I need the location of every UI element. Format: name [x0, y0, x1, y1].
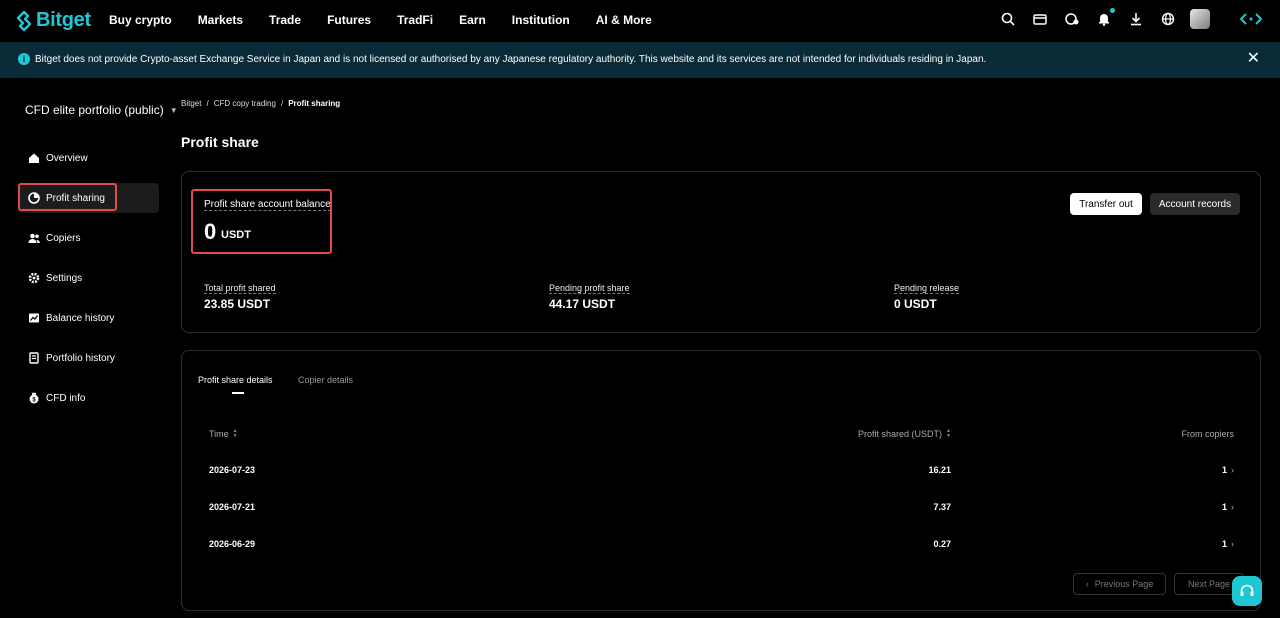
caret-down-icon: ▼ — [169, 105, 178, 115]
breadcrumb: Bitget / CFD copy trading / Profit shari… — [181, 99, 340, 108]
breadcrumb-current: Profit sharing — [288, 99, 341, 108]
portfolio-title: CFD elite portfolio (public) — [25, 103, 164, 117]
sidebar-item-cfd-info[interactable]: $ CFD info — [18, 383, 159, 413]
info-icon: $ — [28, 392, 40, 404]
stat-total-profit-shared: Total profit shared 23.85 USDT — [204, 280, 276, 311]
portfolio-icon — [28, 352, 40, 364]
sidebar-item-label: Balance history — [46, 312, 115, 324]
chevron-right-icon: › — [1231, 502, 1234, 512]
search-icon[interactable] — [1000, 11, 1016, 27]
row-copiers[interactable]: 1 › — [1222, 502, 1234, 512]
row-profit: 7.37 — [933, 502, 951, 512]
nav-ai-more[interactable]: AI & More — [596, 13, 652, 27]
info-icon: i — [18, 53, 30, 65]
sidebar-item-label: Profit sharing — [46, 192, 105, 204]
tab-profit-share-details[interactable]: Profit share details — [198, 375, 273, 385]
row-profit: 16.21 — [928, 465, 951, 475]
stat-value: 44.17 USDT — [549, 297, 616, 311]
headset-icon — [1240, 584, 1254, 596]
row-profit: 0.27 — [933, 539, 951, 549]
top-nav: Bitget Buy crypto Markets Trade Futures … — [0, 0, 1280, 42]
globe-icon[interactable] — [1160, 11, 1176, 27]
logo[interactable]: Bitget — [15, 9, 91, 32]
chevron-right-icon: › — [1231, 465, 1234, 475]
nav-futures[interactable]: Futures — [327, 13, 371, 27]
stat-pending-release: Pending release 0 USDT — [894, 280, 960, 311]
sidebar-item-profit-sharing[interactable]: Profit sharing — [18, 183, 159, 213]
row-copiers[interactable]: 1 › — [1222, 465, 1234, 475]
sidebar-item-label: Portfolio history — [46, 352, 115, 364]
balance-unit: USDT — [221, 229, 251, 241]
balance-value: 0 — [204, 219, 217, 244]
bell-icon[interactable] — [1096, 8, 1115, 27]
sidebar-item-overview[interactable]: Overview — [18, 143, 159, 173]
logo-icon — [16, 10, 32, 31]
column-header-time[interactable]: Time ▲ ▼ — [209, 428, 238, 440]
nav-buy-crypto[interactable]: Buy crypto — [109, 13, 172, 27]
balance-label[interactable]: Profit share account balance — [204, 199, 331, 211]
main-nav: Buy crypto Markets Trade Futures TradFi … — [109, 13, 652, 27]
sort-icon: ▲ ▼ — [232, 428, 238, 439]
chart-icon — [28, 312, 40, 324]
row-time: 2026-07-23 — [209, 465, 256, 475]
avatar[interactable] — [1190, 9, 1210, 29]
stat-label[interactable]: Pending profit share — [549, 283, 630, 294]
sidebar-item-label: CFD info — [46, 392, 86, 404]
stat-label[interactable]: Pending release — [894, 283, 960, 294]
sidebar-item-portfolio-history[interactable]: Portfolio history — [18, 343, 159, 373]
nav-earn[interactable]: Earn — [459, 13, 486, 27]
chevron-right-icon: › — [1231, 539, 1234, 549]
row-copiers[interactable]: 1 › — [1222, 539, 1234, 549]
wallet-icon[interactable] — [1032, 11, 1048, 27]
close-icon[interactable]: ✕ — [1247, 51, 1260, 67]
switch-icon[interactable] — [1240, 11, 1262, 27]
sort-icon: ▲ ▼ — [946, 428, 951, 439]
active-tab-indicator — [232, 392, 244, 394]
page-title: Profit share — [181, 134, 259, 150]
sidebar-item-balance-history[interactable]: Balance history — [18, 303, 159, 333]
column-header-profit-shared[interactable]: Profit shared (USDT) ▲ ▼ — [858, 428, 951, 440]
breadcrumb-bitget[interactable]: Bitget — [181, 99, 201, 108]
breadcrumb-separator: / — [280, 99, 284, 108]
column-header-from-copiers: From copiers — [1181, 429, 1234, 439]
users-icon — [28, 232, 40, 244]
support-chat-button[interactable] — [1232, 576, 1262, 606]
stat-value: 0 USDT — [894, 297, 937, 311]
nav-tradfi[interactable]: TradFi — [397, 13, 433, 27]
breadcrumb-separator: / — [206, 99, 209, 108]
stat-label[interactable]: Total profit shared — [204, 283, 276, 294]
banner-text: Bitget does not provide Crypto-asset Exc… — [35, 54, 987, 65]
row-time: 2026-06-29 — [209, 539, 256, 549]
sidebar-item-label: Overview — [46, 152, 88, 164]
chevron-left-icon: ‹ — [1085, 579, 1089, 589]
home-icon — [28, 152, 40, 164]
pie-chart-icon — [28, 192, 40, 204]
details-card: Profit share details Copier details Time… — [181, 350, 1261, 611]
nav-trade[interactable]: Trade — [269, 13, 301, 27]
nav-markets[interactable]: Markets — [198, 13, 243, 27]
nav-institution[interactable]: Institution — [512, 13, 570, 27]
notification-dot — [1110, 8, 1115, 13]
japan-notice-banner: i Bitget does not provide Crypto-asset E… — [0, 42, 1280, 78]
sidebar-item-copiers[interactable]: Copiers — [18, 223, 159, 253]
sidebar-item-label: Copiers — [46, 232, 81, 244]
nav-actions — [1000, 8, 1262, 29]
logo-text: Bitget — [36, 9, 91, 31]
account-records-button[interactable]: Account records — [1150, 193, 1240, 215]
balance-card: Profit share account balance 0 USDT Tran… — [181, 171, 1261, 333]
breadcrumb-cfd-copy-trading[interactable]: CFD copy trading — [214, 99, 276, 108]
assets-icon[interactable] — [1064, 11, 1080, 27]
transfer-out-button[interactable]: Transfer out — [1070, 193, 1142, 215]
tab-copier-details[interactable]: Copier details — [298, 375, 353, 385]
previous-page-button[interactable]: ‹ Previous Page — [1073, 573, 1166, 595]
gear-icon — [28, 272, 40, 284]
stat-pending-profit-share: Pending profit share 44.17 USDT — [549, 280, 630, 311]
sidebar-item-label: Settings — [46, 272, 83, 284]
portfolio-selector[interactable]: CFD elite portfolio (public) ▼ — [25, 103, 178, 117]
download-icon[interactable] — [1128, 11, 1144, 27]
row-time: 2026-07-21 — [209, 502, 256, 512]
sidebar-item-settings[interactable]: Settings — [18, 263, 159, 293]
stat-value: 23.85 USDT — [204, 297, 271, 311]
